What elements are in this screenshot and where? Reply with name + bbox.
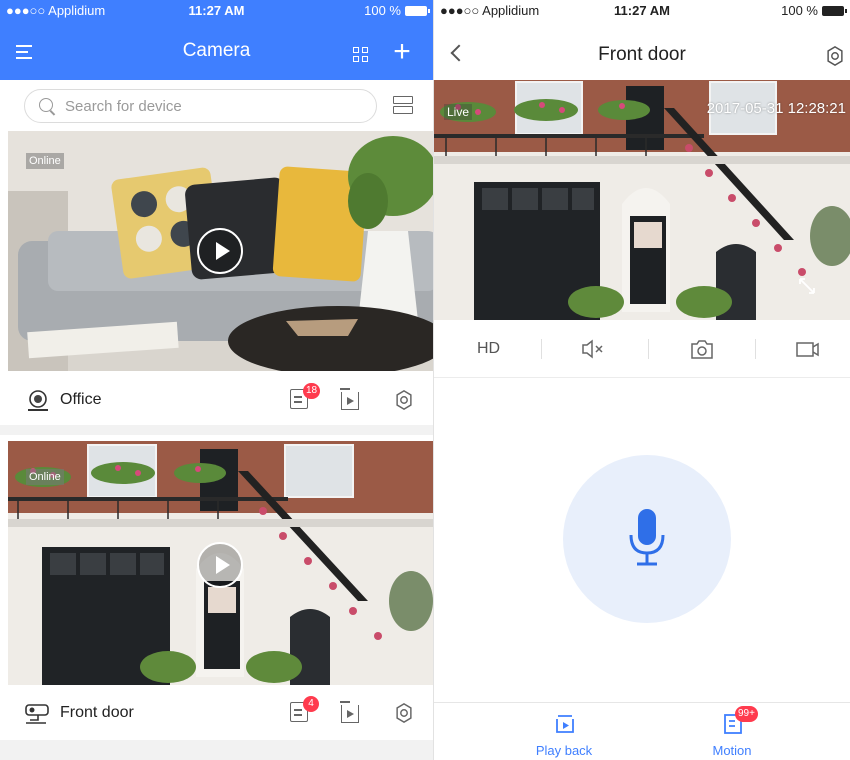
bullet-camera-icon xyxy=(25,704,49,724)
online-badge: Online xyxy=(26,153,64,169)
playback-icon[interactable] xyxy=(340,701,359,723)
separator xyxy=(541,339,542,359)
playback-icon[interactable] xyxy=(340,388,359,410)
camera-row-office[interactable]: Office 18 xyxy=(0,375,433,425)
motion-count-badge: 99+ xyxy=(735,706,758,722)
live-label: Live xyxy=(444,104,473,120)
microphone-icon xyxy=(629,509,665,566)
battery-icon xyxy=(822,6,847,16)
camera-list-screen: ●●●○○ Applidium 11:27 AM 100 % Camera + xyxy=(0,0,433,760)
record-video-icon[interactable] xyxy=(795,338,821,360)
talk-area xyxy=(434,378,850,702)
list-view-icon[interactable] xyxy=(393,96,413,114)
settings-gear-icon[interactable] xyxy=(824,45,846,67)
section-divider xyxy=(0,425,433,435)
notifications-icon[interactable]: 18 xyxy=(290,383,321,409)
nav-bar: Front door xyxy=(434,20,850,80)
video-timestamp: 2017-05-31 12:28:21 xyxy=(706,100,846,117)
play-icon[interactable] xyxy=(197,542,243,588)
play-icon[interactable] xyxy=(197,228,243,274)
tab-playback[interactable]: Play back xyxy=(504,703,624,760)
search-input[interactable] xyxy=(65,90,365,122)
live-video[interactable]: Live 2017-05-31 12:28:21 xyxy=(434,80,850,320)
camera-row-front-door[interactable]: Front door 4 xyxy=(0,688,433,738)
snapshot-camera-icon[interactable] xyxy=(690,338,714,360)
search-icon xyxy=(39,98,53,112)
status-bar: ●●●○○ Applidium 11:27 AM 100 % xyxy=(434,0,850,20)
tab-label: Play back xyxy=(535,743,593,758)
page-title: Front door xyxy=(598,44,686,65)
battery-percent: 100 % xyxy=(781,3,818,18)
battery-icon xyxy=(405,6,430,16)
search-bar[interactable] xyxy=(24,89,377,123)
camera-feed-front-door[interactable]: Online xyxy=(8,441,433,685)
camera-name: Office xyxy=(60,391,102,408)
battery-percent: 100 % xyxy=(364,3,401,18)
settings-gear-icon[interactable] xyxy=(393,389,415,411)
hd-toggle[interactable]: HD xyxy=(477,340,500,362)
grid-view-icon[interactable] xyxy=(353,47,369,63)
mute-icon[interactable] xyxy=(581,338,607,360)
separator xyxy=(648,339,649,359)
camera-feed-office[interactable]: Online xyxy=(8,131,433,371)
add-device-icon[interactable]: + xyxy=(390,37,414,67)
tab-label: Motion xyxy=(712,743,752,758)
camera-detail-screen: ●●●○○ Applidium 11:27 AM 100 % Front doo… xyxy=(434,0,850,760)
notifications-icon[interactable]: 4 xyxy=(290,696,319,722)
nav-bar: Camera + xyxy=(0,20,433,80)
playback-icon xyxy=(556,715,574,733)
status-bar: ●●●○○ Applidium 11:27 AM 100 % xyxy=(0,0,433,20)
tab-motion[interactable]: 99+ Motion xyxy=(672,703,792,760)
online-badge: Online xyxy=(26,469,64,485)
bottom-tab-bar: Play back 99+ Motion xyxy=(434,702,850,760)
separator xyxy=(755,339,756,359)
fullscreen-icon[interactable] xyxy=(798,277,816,295)
section-divider xyxy=(0,740,433,760)
video-controls: HD xyxy=(434,320,850,378)
dome-camera-icon xyxy=(28,390,48,411)
camera-name: Front door xyxy=(60,704,134,721)
settings-gear-icon[interactable] xyxy=(393,702,415,724)
notification-count: 18 xyxy=(303,383,321,399)
notification-count: 4 xyxy=(303,696,319,712)
push-to-talk-button[interactable] xyxy=(563,455,731,623)
